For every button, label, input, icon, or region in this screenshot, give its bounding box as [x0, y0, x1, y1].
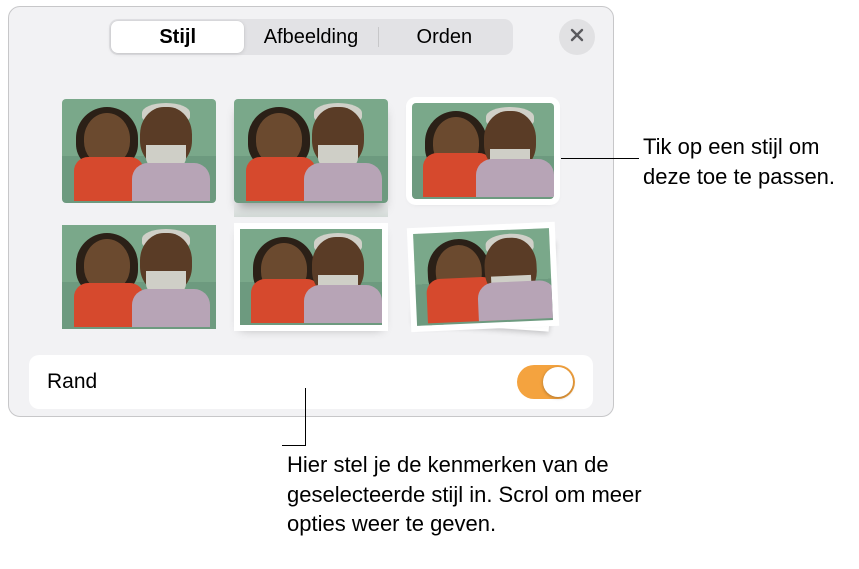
- callout-apply-style: Tik op een stijl om deze toe te passen.: [643, 132, 853, 191]
- callout-leader-line: [305, 388, 306, 446]
- format-segmented-control: Stijl Afbeelding Orden: [109, 19, 513, 55]
- callout-set-attributes: Hier stel je de kenmerken van de geselec…: [287, 450, 667, 539]
- format-panel: Stijl Afbeelding Orden: [8, 6, 614, 417]
- preset-thumbnail: [62, 225, 216, 329]
- callout-leader-line: [282, 445, 306, 446]
- close-icon: [569, 27, 585, 48]
- style-preset-4[interactable]: [62, 225, 216, 329]
- preset-thumbnail: [240, 229, 382, 325]
- toggle-knob: [543, 367, 573, 397]
- style-presets: [9, 63, 613, 351]
- style-preset-1[interactable]: [62, 99, 216, 203]
- preset-thumbnail: [412, 103, 554, 199]
- tab-image[interactable]: Afbeelding: [244, 21, 377, 53]
- preset-thumbnail: [413, 228, 552, 325]
- tab-label: Afbeelding: [264, 26, 359, 49]
- style-preset-3[interactable]: [406, 99, 560, 203]
- border-option-row: Rand: [29, 355, 593, 409]
- style-preset-2[interactable]: [234, 99, 388, 203]
- tab-label: Orden: [417, 26, 473, 49]
- tab-label: Stijl: [159, 26, 196, 49]
- preset-thumbnail: [234, 99, 388, 203]
- tab-arrange[interactable]: Orden: [378, 21, 511, 53]
- callout-leader-line: [561, 158, 639, 159]
- tab-style[interactable]: Stijl: [111, 21, 244, 53]
- preset-thumbnail: [62, 99, 216, 203]
- close-button[interactable]: [559, 19, 595, 55]
- style-grid: [45, 99, 577, 333]
- border-label: Rand: [47, 370, 97, 394]
- panel-header: Stijl Afbeelding Orden: [9, 7, 613, 63]
- border-toggle[interactable]: [517, 365, 575, 399]
- style-preset-5[interactable]: [234, 225, 388, 329]
- style-preset-6[interactable]: [406, 225, 560, 329]
